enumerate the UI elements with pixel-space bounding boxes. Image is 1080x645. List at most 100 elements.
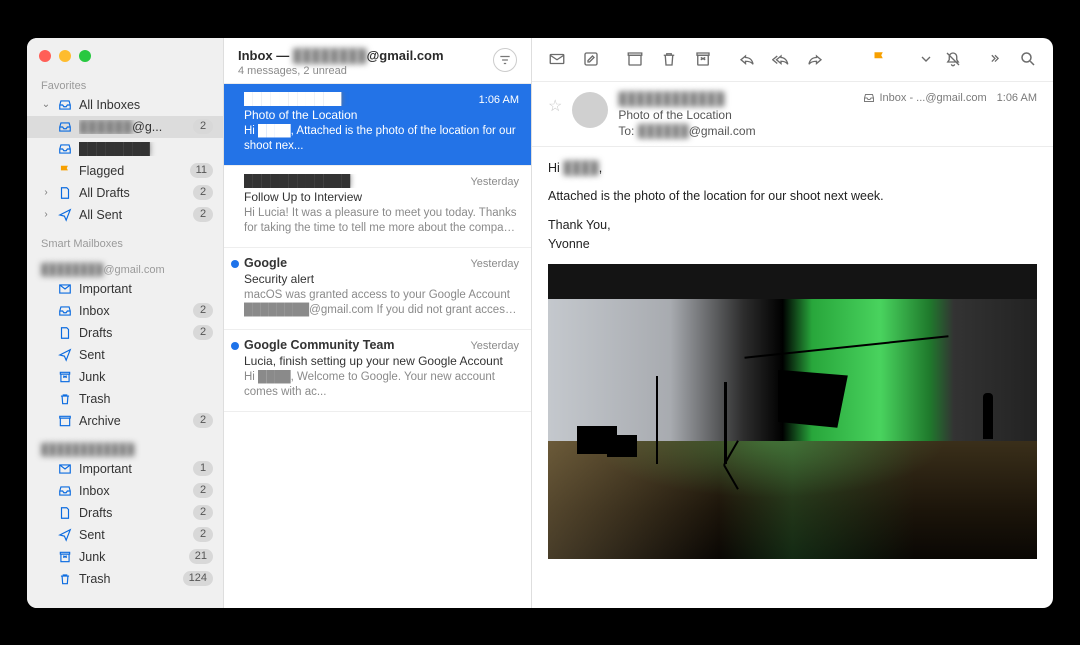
message-sender: ████████████ xyxy=(244,174,462,188)
sidebar-item-important[interactable]: Important xyxy=(27,278,223,300)
paperplane-icon xyxy=(57,208,73,222)
sidebar-item-all-drafts[interactable]: › All Drafts 2 xyxy=(27,182,223,204)
attachment-image[interactable] xyxy=(548,264,1037,559)
message-header: ☆ ████████████ Photo of the Location To:… xyxy=(532,82,1053,147)
reply-all-button[interactable] xyxy=(766,44,796,74)
flag-button[interactable] xyxy=(844,38,914,89)
inbox-icon xyxy=(57,120,73,134)
account-header-2[interactable]: ████████████ xyxy=(27,440,223,458)
more-button[interactable] xyxy=(979,44,1009,74)
message-sender: ███████████ xyxy=(244,92,471,106)
message-item[interactable]: GoogleYesterdaySecurity alertmacOS was g… xyxy=(224,248,531,330)
sidebar-item-drafts[interactable]: Drafts2 xyxy=(27,502,223,524)
message-preview: Hi ████, Welcome to Google. Your new acc… xyxy=(244,370,519,401)
sidebar-item-all-sent[interactable]: › All Sent 2 xyxy=(27,204,223,226)
message-preview: Hi ████, Attached is the photo of the lo… xyxy=(244,124,519,155)
mute-button[interactable] xyxy=(938,44,968,74)
sidebar-item-label: All Drafts xyxy=(79,186,187,200)
message-item[interactable]: Google Community TeamYesterdayLucia, fin… xyxy=(224,330,531,412)
message-subject: Lucia, finish setting up your new Google… xyxy=(244,354,519,368)
count-badge: 11 xyxy=(190,163,213,178)
filter-button[interactable] xyxy=(493,48,517,72)
sidebar-item-label: Archive xyxy=(79,414,187,428)
sidebar-item-junk[interactable]: Junk xyxy=(27,366,223,388)
sidebar-item-inbox[interactable]: Inbox2 xyxy=(27,480,223,502)
body-line: Attached is the photo of the location fo… xyxy=(548,187,1037,206)
star-icon[interactable]: ☆ xyxy=(548,96,562,116)
sidebar-item-trash[interactable]: Trash124 xyxy=(27,568,223,590)
chevron-right-icon[interactable]: › xyxy=(41,187,51,198)
sidebar-item-label: Sent xyxy=(79,528,187,542)
count-badge: 2 xyxy=(193,325,213,340)
sidebar-item-archive[interactable]: Archive2 xyxy=(27,410,223,432)
archive-button[interactable] xyxy=(620,44,650,74)
junk-icon xyxy=(57,550,73,564)
trash-icon xyxy=(57,392,73,406)
trash-icon xyxy=(57,572,73,586)
zoom-window-button[interactable] xyxy=(79,50,91,62)
chevron-right-icon[interactable]: › xyxy=(41,209,51,220)
message-time: 1:06 AM xyxy=(479,94,519,106)
account-header-1[interactable]: ████████@gmail.com xyxy=(27,260,223,278)
message-body[interactable]: Hi ████, Attached is the photo of the lo… xyxy=(532,147,1053,608)
subject-field: Photo of the Location xyxy=(618,108,853,122)
to-field: To: ██████@gmail.com xyxy=(618,124,853,138)
compose-button[interactable] xyxy=(576,44,606,74)
inbox-icon xyxy=(57,98,73,112)
archive-icon xyxy=(57,414,73,428)
sidebar-item-sent[interactable]: Sent 2 xyxy=(27,524,223,546)
document-icon xyxy=(57,186,73,200)
sidebar-item-account-2[interactable]: ████████ xyxy=(27,138,223,160)
chevron-down-icon[interactable]: ⌄ xyxy=(41,99,51,110)
sidebar-item-trash[interactable]: Trash xyxy=(27,388,223,410)
sidebar-item-junk[interactable]: Junk21 xyxy=(27,546,223,568)
message-item[interactable]: ████████████YesterdayFollow Up to Interv… xyxy=(224,166,531,248)
close-window-button[interactable] xyxy=(39,50,51,62)
delete-button[interactable] xyxy=(654,44,684,74)
count-badge: 21 xyxy=(189,549,213,564)
search-button[interactable] xyxy=(1013,44,1043,74)
flag-menu-button[interactable] xyxy=(918,44,934,74)
count-badge: 2 xyxy=(193,527,213,542)
message-preview: macOS was granted access to your Google … xyxy=(244,288,519,319)
sidebar-item-account-1[interactable]: ██████@g... 2 xyxy=(27,116,223,138)
flag-icon xyxy=(57,164,73,178)
sidebar-item-all-inboxes[interactable]: ⌄ All Inboxes xyxy=(27,94,223,116)
window-controls xyxy=(27,44,223,76)
from-field: ████████████ xyxy=(618,92,853,106)
message-time: Yesterday xyxy=(470,258,519,270)
message-item[interactable]: ███████████1:06 AMPhoto of the LocationH… xyxy=(224,84,531,166)
sidebar-item-flagged[interactable]: Flagged 11 xyxy=(27,160,223,182)
sidebar-item-label: ██████@g... xyxy=(79,120,187,134)
sidebar: Favorites ⌄ All Inboxes ██████@g... 2 ██… xyxy=(27,38,224,608)
count-badge: 2 xyxy=(193,207,213,222)
count-badge: 2 xyxy=(193,303,213,318)
sidebar-item-important[interactable]: Important1 xyxy=(27,458,223,480)
message-time: 1:06 AM xyxy=(997,92,1037,104)
sidebar-item-label: Trash xyxy=(79,392,213,406)
sidebar-item-label: ████████ xyxy=(79,142,213,156)
message-preview: Hi Lucia! It was a pleasure to meet you … xyxy=(244,206,519,237)
important-icon xyxy=(57,462,73,476)
count-badge: 2 xyxy=(193,505,213,520)
count-badge: 2 xyxy=(193,483,213,498)
count-badge: 2 xyxy=(193,185,213,200)
sidebar-item-label: Sent xyxy=(79,348,213,362)
sidebar-item-drafts[interactable]: Drafts2 xyxy=(27,322,223,344)
body-signature: Yvonne xyxy=(548,235,1037,254)
sidebar-item-label: All Sent xyxy=(79,208,187,222)
forward-button[interactable] xyxy=(800,44,830,74)
inbox-icon xyxy=(57,304,73,318)
sidebar-item-sent[interactable]: Sent xyxy=(27,344,223,366)
toolbar xyxy=(532,38,1053,82)
drafts-icon xyxy=(57,506,73,520)
junk-button[interactable] xyxy=(688,44,718,74)
mark-read-button[interactable] xyxy=(542,44,572,74)
minimize-window-button[interactable] xyxy=(59,50,71,62)
message-list[interactable]: ███████████1:06 AMPhoto of the LocationH… xyxy=(224,84,531,608)
sender-avatar xyxy=(572,92,608,128)
mailbox-label: Inbox - ...@gmail.com xyxy=(863,92,986,104)
important-icon xyxy=(57,282,73,296)
sidebar-item-inbox[interactable]: Inbox2 xyxy=(27,300,223,322)
reply-button[interactable] xyxy=(732,44,762,74)
